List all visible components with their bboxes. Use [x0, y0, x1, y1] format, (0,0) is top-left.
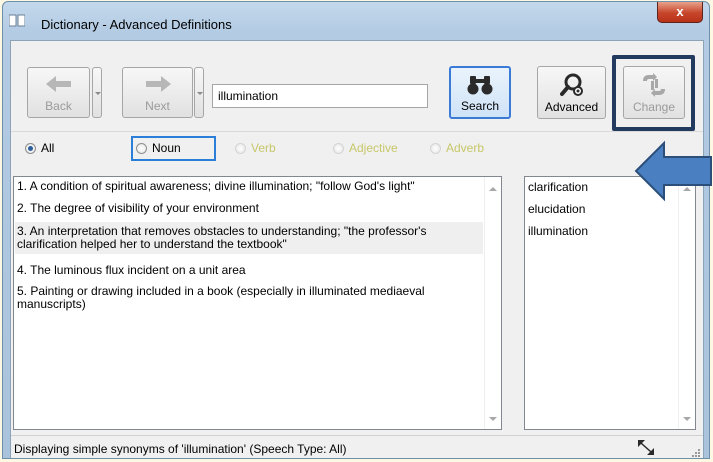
binoculars-icon	[467, 76, 493, 95]
synonym-item[interactable]: elucidation	[528, 202, 585, 216]
status-text: Displaying simple synonyms of 'illuminat…	[14, 442, 347, 456]
resize-grip-icon[interactable]	[691, 448, 701, 458]
radio-dot	[333, 143, 344, 154]
synonyms-list[interactable]: clarification elucidation illumination	[524, 176, 696, 430]
definitions-list[interactable]: 1. A condition of spiritual awareness; d…	[13, 176, 502, 430]
back-label: Back	[45, 99, 72, 113]
arrow-right-icon	[145, 76, 171, 92]
radio-verb[interactable]: Verb	[235, 141, 276, 155]
radio-dot	[25, 143, 36, 154]
speech-type-group: All Noun Verb Adjective Adverb	[11, 132, 703, 162]
radio-dot	[235, 143, 246, 154]
radio-all[interactable]: All	[25, 141, 54, 155]
search-label: Search	[460, 99, 500, 113]
scroll-up-icon[interactable]	[489, 187, 497, 191]
definition-item[interactable]: 1. A condition of spiritual awareness; d…	[17, 180, 477, 193]
search-input[interactable]	[212, 84, 428, 108]
radio-dot	[430, 143, 441, 154]
expand-icon[interactable]	[635, 438, 657, 457]
dictionary-window: Dictionary - Advanced Definitions x Back…	[2, 1, 710, 459]
definition-item[interactable]: 5. Painting or drawing included in a boo…	[17, 285, 457, 311]
next-label: Next	[145, 99, 170, 113]
arrow-left-big-icon	[634, 140, 712, 202]
book-icon	[9, 14, 25, 27]
synonym-item[interactable]: clarification	[528, 180, 588, 194]
radio-adjective-label: Adjective	[349, 141, 398, 155]
advanced-label: Advanced	[544, 100, 599, 114]
advanced-button[interactable]: Advanced	[537, 66, 606, 119]
client-area: Back Next Search	[10, 40, 704, 458]
scroll-down-icon[interactable]	[683, 417, 691, 421]
back-dropdown[interactable]	[92, 67, 102, 118]
close-button[interactable]: x	[657, 2, 703, 23]
back-button[interactable]: Back	[27, 67, 90, 118]
radio-adjective[interactable]: Adjective	[333, 141, 398, 155]
change-highlight-box	[612, 55, 695, 131]
next-button[interactable]: Next	[122, 67, 193, 118]
magnifier-gear-icon	[559, 73, 583, 96]
search-button[interactable]: Search	[449, 66, 511, 119]
synonyms-scrollbar[interactable]	[678, 177, 695, 429]
radio-adverb-label: Adverb	[446, 141, 485, 155]
synonym-item[interactable]: illumination	[528, 224, 588, 238]
radio-all-label: All	[41, 141, 55, 155]
definition-item[interactable]: 4. The luminous flux incident on a unit …	[17, 264, 477, 277]
toolbar: Back Next Search	[11, 41, 703, 132]
title-bar: Dictionary - Advanced Definitions x	[3, 2, 709, 38]
noun-focus-rect	[131, 136, 216, 161]
window-title: Dictionary - Advanced Definitions	[41, 17, 232, 32]
definition-item-selected[interactable]: 3. An interpretation that removes obstac…	[15, 222, 483, 254]
next-dropdown[interactable]	[194, 67, 204, 118]
radio-adverb[interactable]: Adverb	[430, 141, 484, 155]
radio-verb-label: Verb	[251, 141, 276, 155]
status-bar: Displaying simple synonyms of 'illuminat…	[11, 435, 703, 458]
definitions-scrollbar[interactable]	[484, 177, 501, 429]
arrow-left-icon	[45, 76, 71, 92]
scroll-down-icon[interactable]	[489, 417, 497, 421]
definition-item[interactable]: 2. The degree of visibility of your envi…	[17, 202, 477, 215]
